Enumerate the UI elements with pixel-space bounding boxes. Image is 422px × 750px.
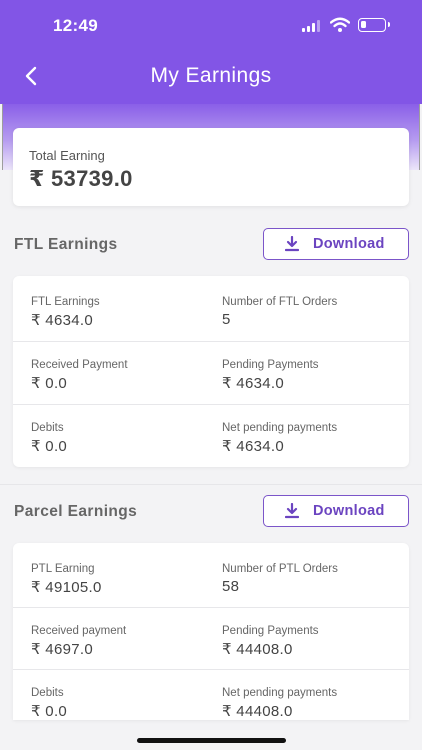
parcel-download-label: Download — [313, 503, 385, 519]
stat-label: Debits — [31, 422, 64, 434]
stat-label: Number of PTL Orders — [222, 563, 338, 575]
table-row: PTL Earning ₹ 49105.0 Number of PTL Orde… — [13, 545, 409, 608]
stat-value: ₹ 4634.0 — [31, 312, 93, 329]
stat-value: ₹ 0.0 — [31, 703, 68, 720]
ftl-pending-cell: Pending Payments ₹ 4634.0 — [222, 341, 409, 404]
signal-icon — [302, 20, 322, 32]
ftl-section-title: FTL Earnings — [14, 236, 118, 253]
status-bar: 12:49 — [0, 0, 422, 50]
parcel-section-title: Parcel Earnings — [14, 503, 138, 520]
stat-value: ₹ 4634.0 — [222, 438, 284, 455]
stat-value: ₹ 4634.0 — [222, 375, 284, 392]
ftl-download-button[interactable]: Download — [263, 228, 409, 260]
stat-label: Net pending payments — [222, 422, 338, 434]
ftl-download-label: Download — [313, 236, 385, 252]
ftl-orders-cell: Number of FTL Orders 5 — [222, 278, 409, 341]
stat-value: 5 — [222, 311, 231, 328]
stat-label: PTL Earning — [31, 563, 95, 575]
download-icon — [285, 503, 299, 519]
table-row: FTL Earnings ₹ 4634.0 Number of FTL Orde… — [13, 278, 409, 341]
ptl-earning-cell: PTL Earning ₹ 49105.0 — [31, 545, 221, 608]
status-time: 12:49 — [53, 16, 98, 35]
stat-label: Debits — [31, 687, 64, 699]
table-row: Received payment ₹ 4697.0 Pending Paymen… — [13, 607, 409, 670]
stat-label: FTL Earnings — [31, 296, 100, 308]
stat-label: Net pending payments — [222, 687, 338, 699]
app-header: 12:49 My Earnings — [0, 0, 422, 104]
total-earning-value: ₹ 53739.0 — [29, 166, 133, 191]
table-row: Debits ₹ 0.0 Net pending payments ₹ 4440… — [13, 669, 409, 720]
wifi-icon — [330, 17, 350, 32]
ftl-received-cell: Received Payment ₹ 0.0 — [31, 341, 221, 404]
home-indicator[interactable] — [137, 738, 286, 743]
parcel-earnings-card: PTL Earning ₹ 49105.0 Number of PTL Orde… — [13, 543, 409, 720]
total-earning-card: Total Earning ₹ 53739.0 — [13, 128, 409, 206]
stat-label: Received payment — [31, 625, 127, 637]
stat-label: Received Payment — [31, 359, 128, 371]
download-icon — [285, 236, 299, 252]
parcel-debits-cell: Debits ₹ 0.0 — [31, 669, 221, 720]
stat-label: Pending Payments — [222, 625, 319, 637]
stat-value: ₹ 0.0 — [31, 375, 68, 392]
stat-value: ₹ 4697.0 — [31, 641, 93, 658]
total-earning-label: Total Earning — [29, 148, 105, 163]
parcel-net-pending-cell: Net pending payments ₹ 44408.0 — [222, 669, 409, 720]
stat-label: Pending Payments — [222, 359, 319, 371]
ptl-orders-cell: Number of PTL Orders 58 — [222, 545, 409, 608]
stat-value: 58 — [222, 578, 240, 595]
battery-icon — [358, 18, 390, 32]
section-divider — [0, 484, 422, 485]
stat-value: ₹ 44408.0 — [222, 703, 293, 720]
table-row: Debits ₹ 0.0 Net pending payments ₹ 4634… — [13, 404, 409, 467]
stat-value: ₹ 49105.0 — [31, 579, 102, 596]
ftl-net-pending-cell: Net pending payments ₹ 4634.0 — [222, 404, 409, 467]
ftl-earnings-card: FTL Earnings ₹ 4634.0 Number of FTL Orde… — [13, 276, 409, 467]
page-title: My Earnings — [150, 64, 272, 87]
table-row: Received Payment ₹ 0.0 Pending Payments … — [13, 341, 409, 404]
parcel-download-button[interactable]: Download — [263, 495, 409, 527]
stat-value: ₹ 44408.0 — [222, 641, 293, 658]
parcel-received-cell: Received payment ₹ 4697.0 — [31, 607, 221, 670]
stat-value: ₹ 0.0 — [31, 438, 68, 455]
parcel-pending-cell: Pending Payments ₹ 44408.0 — [222, 607, 409, 670]
ftl-debits-cell: Debits ₹ 0.0 — [31, 404, 221, 467]
stat-label: Number of FTL Orders — [222, 296, 338, 308]
ftl-earnings-cell: FTL Earnings ₹ 4634.0 — [31, 278, 221, 341]
